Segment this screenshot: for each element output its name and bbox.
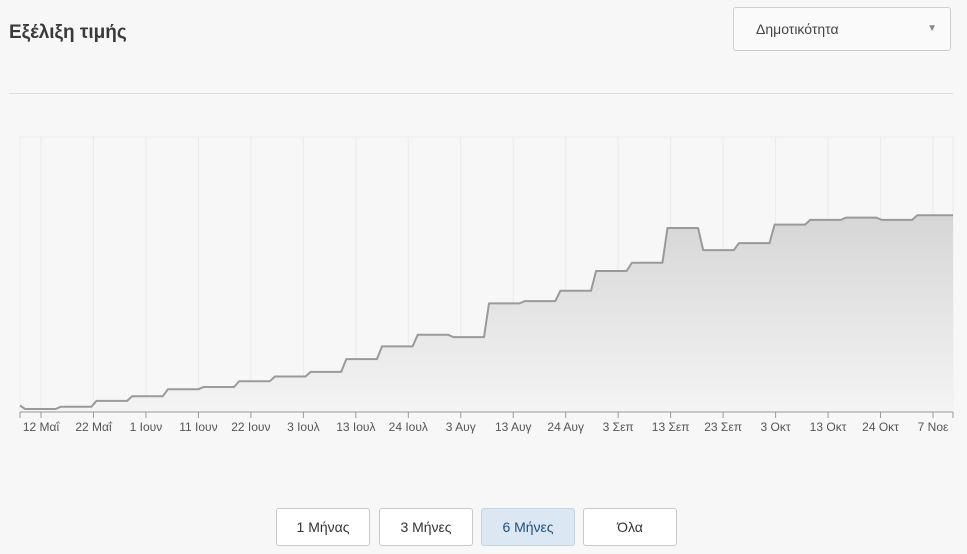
range-all-button[interactable]: Όλα: [583, 508, 677, 546]
x-tick-label: 11 Ιουν: [179, 420, 217, 434]
x-tick-label: 3 Σεπ: [603, 420, 634, 434]
x-tick-label: 24 Οκτ: [862, 420, 899, 434]
range-6-months-button[interactable]: 6 Μήνες: [481, 508, 575, 546]
x-tick-label: 22 Ιουν: [231, 420, 270, 434]
x-tick-label: 13 Ιουλ: [336, 420, 375, 434]
x-tick-label: 13 Σεπ: [652, 420, 690, 434]
range-1-month-button[interactable]: 1 Μήνας: [276, 508, 370, 546]
x-tick-label: 22 Μαΐ: [75, 420, 113, 434]
x-tick-label: 13 Αυγ: [495, 420, 532, 434]
x-tick-label: 12 Μαΐ: [23, 420, 61, 434]
x-tick-label: 13 Οκτ: [810, 420, 847, 434]
x-tick-label: 23 Σεπ: [704, 420, 742, 434]
x-tick-label: 3 Ιουλ: [287, 420, 320, 434]
x-tick-label: 24 Ιουλ: [389, 420, 428, 434]
price-chart: 12 Μαΐ 22 Μαΐ 1 Ιουν 11 Ιουν 22 Ιουν 3 Ιουλ 13…: [19, 136, 954, 434]
x-tick-label: 24 Αυγ: [547, 420, 584, 434]
x-tick-label: 7 Νοε: [918, 420, 949, 434]
x-tick-label: 1 Ιουν: [130, 420, 163, 434]
x-tick-label: 3 Αυγ: [446, 420, 476, 434]
x-tick-label: 3 Οκτ: [761, 420, 791, 434]
range-3-months-button[interactable]: 3 Μήνες: [379, 508, 473, 546]
